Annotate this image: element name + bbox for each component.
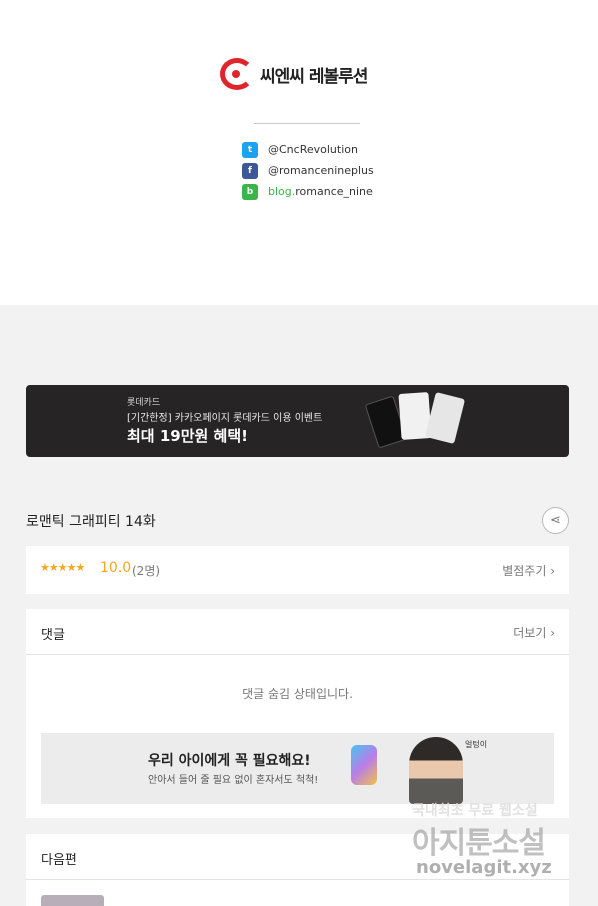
- publisher-header: 씨엔씨 레볼루션 t @CncRevolution f @romancenine…: [0, 0, 598, 305]
- promo-banner[interactable]: 롯데카드 [기간한정] 카카오페이지 롯데카드 이용 이벤트 최대 19만원 혜…: [26, 385, 569, 457]
- next-episode-panel: 다음편: [26, 834, 569, 906]
- rate-button[interactable]: 별점주기 ›: [502, 562, 555, 579]
- social-handle: @romancenineplus: [268, 164, 374, 177]
- banner-headline: 최대 19만원 혜택!: [127, 427, 248, 445]
- star-rating: ★★★★★: [40, 561, 85, 574]
- divider: [254, 123, 360, 124]
- c-logo-icon: [220, 58, 254, 90]
- social-link-twitter[interactable]: t @CncRevolution: [242, 139, 374, 160]
- twitter-icon: t: [242, 141, 258, 158]
- divider: [26, 879, 569, 880]
- social-link-facebook[interactable]: f @romancenineplus: [242, 160, 374, 181]
- next-episode-title: 다음편: [41, 853, 77, 868]
- comments-more-link[interactable]: 더보기 ›: [513, 624, 555, 641]
- logo-text: 씨엔씨 레볼루션: [260, 66, 368, 87]
- blog-prefix: blog.: [268, 185, 296, 198]
- comments-hidden-notice: 댓글 숨김 상태입니다.: [242, 687, 353, 701]
- episode-title: 로맨틱 그래피티 14화: [26, 514, 156, 530]
- ad-banner[interactable]: 우리 아이에게 꼭 필요해요! 안아서 들어 줄 필요 없이 혼자서도 척척! …: [41, 733, 554, 804]
- comments-title: 댓글: [41, 628, 65, 643]
- ad-headline: 우리 아이에게 꼭 필요해요!: [148, 753, 311, 769]
- divider: [26, 654, 569, 655]
- facebook-icon: f: [242, 162, 258, 179]
- banner-brand: 롯데카드: [127, 398, 161, 408]
- rating-score: 10.0: [100, 560, 132, 576]
- ad-subtext: 안아서 들어 줄 필요 없이 혼자서도 척척!: [148, 775, 319, 786]
- product-image: [351, 745, 377, 785]
- blog-icon: b: [242, 183, 258, 200]
- social-links: t @CncRevolution f @romancenineplus b bl…: [242, 139, 374, 202]
- ad-tag: 얼텅이: [465, 740, 488, 749]
- model-image: [409, 737, 463, 804]
- social-handle: romance_nine: [295, 185, 373, 198]
- rating-count: (2명): [132, 564, 161, 578]
- share-icon: ⋖: [550, 513, 561, 528]
- credit-card-image: [424, 392, 466, 444]
- social-handle: @CncRevolution: [268, 143, 358, 156]
- social-link-blog[interactable]: b blog. romance_nine: [242, 181, 374, 202]
- rating-panel: ★★★★★ 10.0 (2명) 별점주기 ›: [26, 546, 569, 594]
- share-button[interactable]: ⋖: [542, 507, 569, 534]
- next-episode-thumbnail[interactable]: [41, 895, 104, 906]
- comments-panel: 댓글 더보기 › 댓글 숨김 상태입니다. 우리 아이에게 꼭 필요해요! 안아…: [26, 609, 569, 818]
- banner-subtitle: [기간한정] 카카오페이지 롯데카드 이용 이벤트: [127, 413, 323, 424]
- publisher-logo[interactable]: 씨엔씨 레볼루션: [220, 58, 368, 90]
